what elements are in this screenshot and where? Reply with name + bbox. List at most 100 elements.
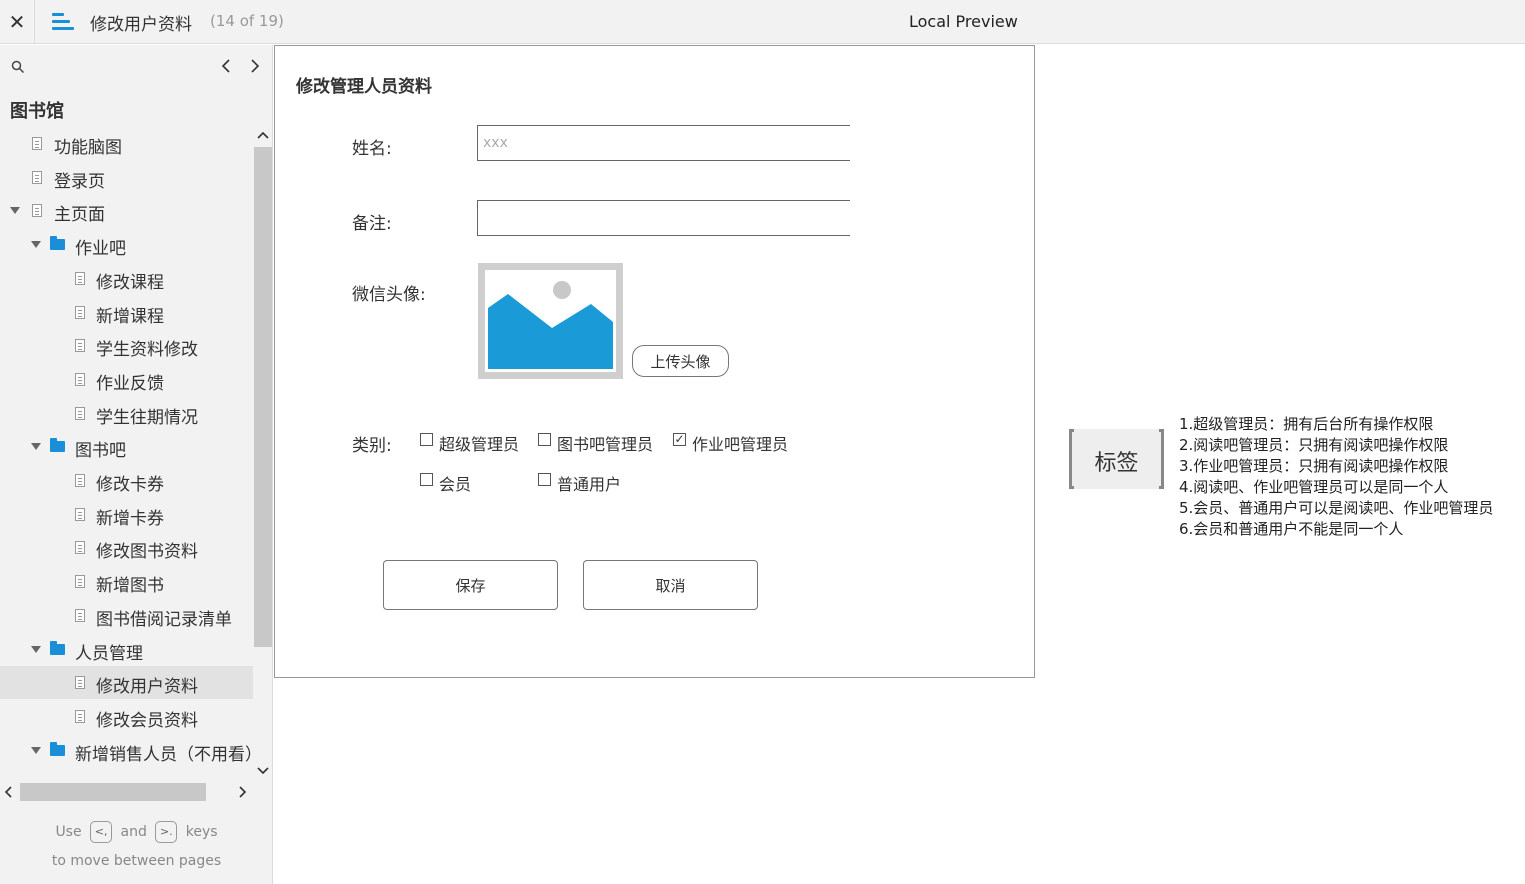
checkbox-regular-user[interactable]: 普通用户: [538, 471, 621, 495]
form-title: 修改管理人员资料: [296, 77, 432, 97]
keyboard-hint: Use <, and >. keys: [0, 821, 272, 843]
sidebar-item-label: 修改卡券: [96, 475, 164, 495]
expand-caret-icon[interactable]: [31, 746, 41, 754]
page-count: (14 of 19): [210, 12, 284, 30]
sidebar-item[interactable]: 人员管理: [0, 633, 253, 666]
top-bar: ✕ 修改用户资料 (14 of 19) Local Preview: [0, 0, 1525, 44]
annotation-notes: 1.超级管理员：拥有后台所有操作权限 2.阅读吧管理员：只拥有阅读吧操作权限 3.作…: [1179, 414, 1509, 540]
checkbox-member[interactable]: 会员: [420, 471, 471, 495]
sidebar-item-label: 新增销售人员（不用看）: [75, 744, 253, 765]
expand-caret-icon[interactable]: [10, 207, 20, 215]
expand-caret-icon[interactable]: [31, 241, 41, 249]
page-icon: [75, 541, 85, 555]
sidebar-item-label: 登录页: [54, 171, 105, 192]
sidebar-item-label: 图书借阅记录清单: [96, 609, 232, 630]
folder-icon: [50, 438, 65, 453]
checkbox-box[interactable]: [420, 473, 433, 486]
vertical-scrollbar[interactable]: [253, 127, 272, 787]
scroll-right-icon[interactable]: [237, 785, 249, 799]
horizontal-scrollbar[interactable]: [0, 779, 253, 805]
name-input[interactable]: [477, 125, 850, 161]
avatar-label: 微信头像:: [352, 285, 426, 305]
page-icon: [75, 676, 85, 690]
note-line: 6.会员和普通用户不能是同一个人: [1179, 520, 1404, 538]
project-title: 图书馆: [10, 101, 64, 122]
sidebar-item[interactable]: 作业反馈: [0, 363, 253, 396]
note-line: 4.阅读吧、作业吧管理员可以是同一个人: [1179, 478, 1449, 496]
tag-text: 标签: [1094, 451, 1139, 476]
sidebar-item-label: 修改图书资料: [96, 542, 198, 563]
sidebar-item[interactable]: 修改课程: [0, 262, 253, 295]
sidebar-item-label: 图书吧: [75, 441, 126, 462]
chevron-up-icon[interactable]: [256, 129, 270, 141]
checkbox-super-admin[interactable]: 超级管理员: [420, 431, 519, 455]
checkbox-box[interactable]: [420, 433, 433, 446]
chevron-down-icon[interactable]: [256, 765, 270, 777]
checkbox-library-admin[interactable]: 图书吧管理员: [538, 431, 653, 455]
scroll-left-icon[interactable]: [2, 785, 14, 799]
prev-key-icon: <,: [90, 821, 113, 843]
sidebar-item[interactable]: 学生资料修改: [0, 329, 253, 362]
note-line: 2.阅读吧管理员：只拥有阅读吧操作权限: [1179, 436, 1449, 454]
checkbox-label: 超级管理员: [439, 435, 520, 454]
expand-caret-icon[interactable]: [31, 645, 41, 653]
close-icon[interactable]: ✕: [0, 0, 35, 44]
search-icon[interactable]: [11, 60, 25, 74]
page-icon: [75, 305, 85, 319]
sidebar-item-label: 新增图书: [96, 576, 164, 597]
avatar-image-placeholder: [478, 263, 623, 379]
sidebar-item[interactable]: 主页面: [0, 194, 253, 227]
sidebar-item-label: 修改会员资料: [96, 710, 198, 731]
checkbox-box[interactable]: ✓: [673, 433, 686, 446]
sidebar-item[interactable]: 新增卡券: [0, 498, 253, 531]
sidebar-item-label: 人员管理: [75, 643, 143, 664]
page-icon: [75, 709, 85, 723]
sidebar-item-label: 主页面: [54, 205, 105, 226]
note-line: 3.作业吧管理员：只拥有阅读吧操作权限: [1179, 457, 1449, 475]
sidebar-item[interactable]: 新增课程: [0, 296, 253, 329]
checkbox-homework-admin[interactable]: ✓ 作业吧管理员: [673, 431, 788, 455]
remark-input[interactable]: [477, 200, 850, 236]
note-line: 1.超级管理员：拥有后台所有操作权限: [1179, 415, 1434, 433]
image-placeholder-icon: [488, 281, 613, 369]
expand-caret-icon[interactable]: [31, 443, 41, 451]
chevron-right-icon[interactable]: [247, 57, 263, 75]
cancel-button[interactable]: 取消: [583, 560, 758, 610]
sidebar-item[interactable]: 登录页: [0, 161, 253, 194]
sidebar-item[interactable]: 功能脑图: [0, 127, 253, 160]
note-line: 5.会员、普通用户可以是阅读吧、作业吧管理员: [1179, 499, 1494, 517]
remark-label: 备注:: [352, 214, 392, 234]
sidebar-item[interactable]: 学生往期情况: [0, 397, 253, 430]
sidebar-item[interactable]: 图书吧: [0, 430, 253, 463]
horizontal-scroll-thumb[interactable]: [20, 783, 206, 801]
sidebar-item-label: 修改用户资料: [96, 677, 198, 698]
preview-label: Local Preview: [909, 12, 1018, 31]
checkbox-label: 会员: [439, 475, 472, 494]
next-key-icon: >.: [155, 821, 178, 843]
sidebar-item[interactable]: 修改卡券: [0, 464, 253, 497]
sidebar-item[interactable]: 修改销售人员资料: [0, 767, 253, 777]
sidebar-item-label: 功能脑图: [54, 138, 122, 158]
sidebar-item[interactable]: 新增图书: [0, 565, 253, 598]
page-icon: [32, 137, 42, 150]
sidebar-item[interactable]: 修改用户资料: [0, 666, 253, 700]
sidebar-item[interactable]: 修改会员资料: [0, 700, 253, 733]
sidebar-item[interactable]: 图书借阅记录清单: [0, 599, 253, 632]
page-icon: [75, 507, 85, 521]
page-icon: [75, 372, 85, 386]
page-icon: [75, 339, 85, 353]
vertical-scroll-thumb[interactable]: [254, 147, 272, 647]
chevron-left-icon[interactable]: [218, 57, 234, 75]
sidebar: 图书馆 功能脑图登录页主页面 作业吧 修改课程 新增课程 学生资料修改 作业反馈 学生往期情…: [0, 45, 273, 884]
menu-icon[interactable]: [52, 12, 74, 32]
sidebar-item[interactable]: 修改图书资料: [0, 531, 253, 564]
form-panel: 修改管理人员资料 姓名: 备注: 微信头像: 上传头像 类别: 超级管理员 图书…: [274, 45, 1035, 678]
sidebar-item[interactable]: 新增销售人员（不用看）: [0, 734, 253, 767]
checkbox-box[interactable]: [538, 473, 551, 486]
checkbox-box[interactable]: [538, 433, 551, 446]
save-button[interactable]: 保存: [383, 560, 558, 610]
keyboard-hint-line2: to move between pages: [51, 853, 222, 869]
upload-avatar-button[interactable]: 上传头像: [632, 345, 729, 377]
page-icon: [75, 271, 85, 285]
sidebar-item[interactable]: 作业吧: [0, 228, 253, 261]
